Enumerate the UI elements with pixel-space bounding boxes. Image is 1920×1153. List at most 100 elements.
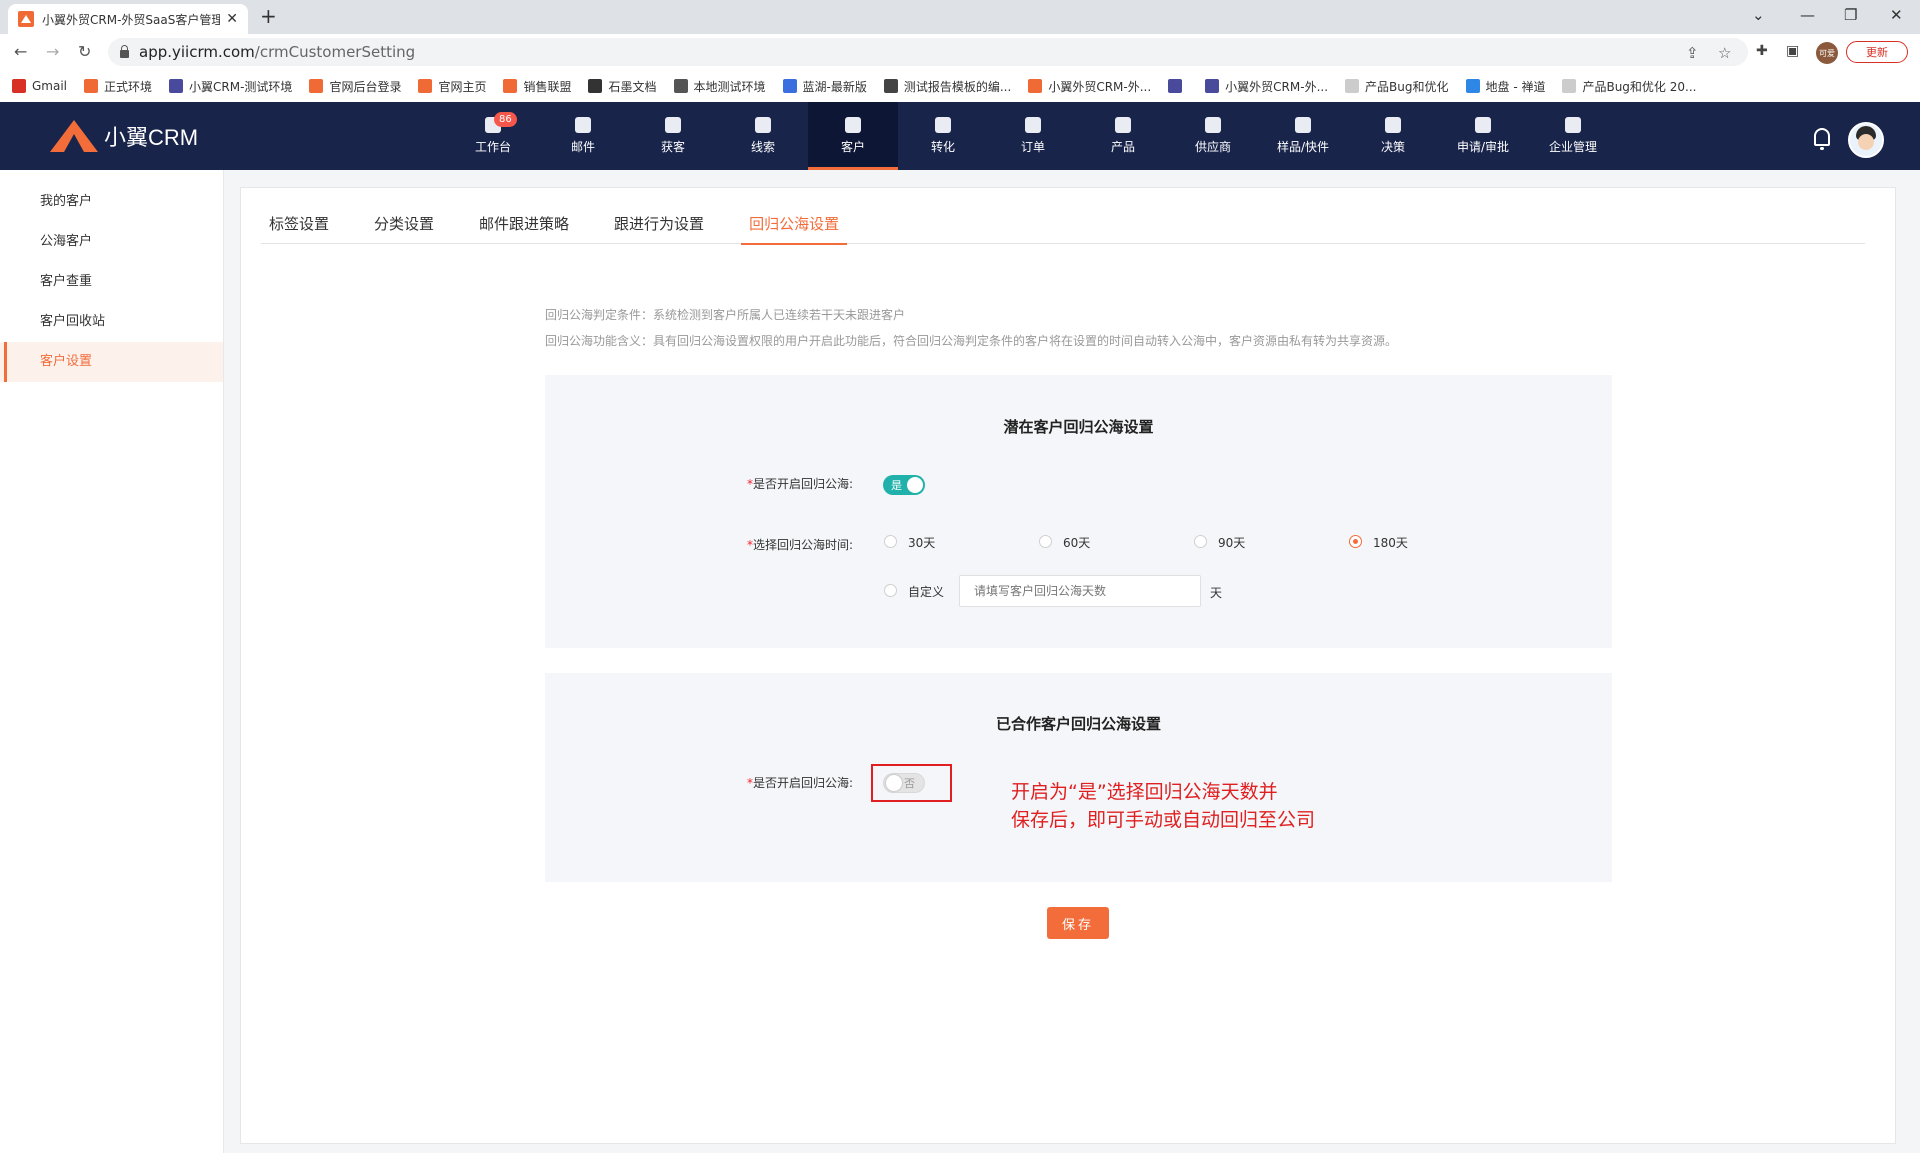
bookmark-label: 正式环境 xyxy=(104,79,153,94)
custom-days-input[interactable] xyxy=(959,575,1201,607)
nav-icon xyxy=(575,117,591,133)
bookmark-item[interactable]: 小翼外贸CRM-外... xyxy=(1028,78,1151,95)
bookmark-item[interactable]: 地盘 - 禅道 xyxy=(1465,78,1545,95)
sidebar-item-0[interactable]: 我的客户 xyxy=(0,182,223,222)
bookmark-item[interactable]: 石墨文档 xyxy=(588,78,657,95)
radio-180[interactable] xyxy=(1349,535,1362,548)
forward-icon[interactable]: → xyxy=(46,42,59,61)
bookmark-label: 产品Bug和优化 xyxy=(1365,79,1449,94)
nav-icon xyxy=(935,117,951,133)
radio-90[interactable] xyxy=(1194,535,1207,548)
browser-toolbar: ← → ↻ app.yiicrm.com/crmCustomerSetting … xyxy=(0,34,1920,70)
bookmark-item[interactable]: 蓝湖-最新版 xyxy=(782,78,867,95)
chevron-down-icon[interactable]: ⌄ xyxy=(1752,6,1765,24)
nav-item-10[interactable]: 决策 xyxy=(1348,102,1438,170)
tab-4[interactable]: 回归公海设置 xyxy=(741,210,848,245)
minimize-icon[interactable]: — xyxy=(1800,6,1815,24)
tab-0[interactable]: 标签设置 xyxy=(261,210,337,244)
potential-customer-panel: 潜在客户回归公海设置 *是否开启回归公海: 是 *选择回归公海时间: 30天 6… xyxy=(545,375,1612,648)
radio-30[interactable] xyxy=(884,535,897,548)
save-button[interactable]: 保存 xyxy=(1047,907,1109,939)
nav-item-4[interactable]: 客户 xyxy=(808,102,898,170)
radio-60[interactable] xyxy=(1039,535,1052,548)
star-icon[interactable]: ☆ xyxy=(1718,44,1731,62)
bookmark-icon xyxy=(12,79,26,93)
potential-enable-switch[interactable]: 是 xyxy=(883,475,925,495)
bookmark-item[interactable]: 产品Bug和优化 xyxy=(1345,78,1449,95)
nav-label: 转化 xyxy=(930,140,955,154)
option-30-label: 30天 xyxy=(908,536,936,550)
share-icon[interactable]: ⇪ xyxy=(1686,44,1699,62)
avatar[interactable] xyxy=(1848,122,1884,158)
bookmark-icon xyxy=(503,79,518,93)
restore-icon[interactable]: ❐ xyxy=(1844,6,1857,24)
new-tab-icon[interactable]: + xyxy=(260,4,277,28)
bookmark-item[interactable]: 本地测试环境 xyxy=(673,78,766,95)
tab-1[interactable]: 分类设置 xyxy=(366,210,442,244)
extensions-icon[interactable]: ✚ xyxy=(1756,43,1768,59)
nav-item-8[interactable]: 供应商 xyxy=(1168,102,1258,170)
nav-item-7[interactable]: 产品 xyxy=(1078,102,1168,170)
radio-custom[interactable] xyxy=(884,584,897,597)
bookmark-label: 官网后台登录 xyxy=(329,79,402,94)
bookmark-icon xyxy=(309,79,324,93)
bookmark-item[interactable] xyxy=(1168,79,1188,93)
tab-3[interactable]: 跟进行为设置 xyxy=(606,210,712,244)
bookmark-item[interactable]: 官网后台登录 xyxy=(309,78,401,95)
settings-tabs: 标签设置 分类设置 邮件跟进策略 跟进行为设置 回归公海设置 xyxy=(261,210,1865,245)
close-icon[interactable]: ✕ xyxy=(226,11,238,27)
bookmark-item[interactable]: 正式环境 xyxy=(84,78,152,95)
nav-label: 订单 xyxy=(1020,140,1045,154)
option-90-label: 90天 xyxy=(1218,536,1246,550)
sidepanel-icon[interactable]: ▣ xyxy=(1786,43,1799,59)
app-logo[interactable]: 小翼CRM xyxy=(50,120,198,152)
nav-item-3[interactable]: 线索 xyxy=(718,102,808,170)
nav-item-6[interactable]: 订单 xyxy=(988,102,1078,170)
back-icon[interactable]: ← xyxy=(14,42,27,61)
browser-tab[interactable]: 小翼外贸CRM-外贸SaaS客户管理 ✕ xyxy=(8,4,248,34)
bookmark-item[interactable]: 小翼外贸CRM-外... xyxy=(1205,78,1328,95)
bookmark-label: 石墨文档 xyxy=(608,79,657,94)
function-description: 回归公海功能含义：具有回归公海设置权限的用户开启此功能后，符合回归公海判定条件的… xyxy=(545,334,1398,348)
sidebar-item-3[interactable]: 客户回收站 xyxy=(0,302,223,342)
bookmark-item[interactable]: Gmail xyxy=(12,79,67,93)
bookmark-item[interactable]: 小翼CRM-测试环境 xyxy=(169,78,292,95)
tab-2[interactable]: 邮件跟进策略 xyxy=(471,210,577,244)
bookmark-icon xyxy=(1168,79,1183,93)
nav-item-1[interactable]: 邮件 xyxy=(538,102,628,170)
nav-icon xyxy=(1295,117,1311,133)
lock-icon xyxy=(120,45,129,58)
bookmark-item[interactable]: 销售联盟 xyxy=(503,78,571,95)
nav-icon xyxy=(1385,117,1401,133)
bookmark-icon xyxy=(169,79,184,93)
sidebar-item-1[interactable]: 公海客户 xyxy=(0,222,223,262)
bookmark-item[interactable]: 官网主页 xyxy=(418,78,486,95)
annotation-highlight xyxy=(871,764,952,802)
bookmark-item[interactable]: 产品Bug和优化 20... xyxy=(1562,78,1696,95)
reload-icon[interactable]: ↻ xyxy=(78,42,91,61)
bookmarks-bar: Gmail 正式环境 小翼CRM-测试环境 官网后台登录 官网主页 销售联盟 石墨文档 本地测… xyxy=(0,70,1920,102)
nav-item-12[interactable]: 企业管理 xyxy=(1528,102,1618,170)
nav-item-5[interactable]: 转化 xyxy=(898,102,988,170)
bookmark-item[interactable]: 测试报告模板的编... xyxy=(883,78,1011,95)
bookmark-icon xyxy=(782,79,797,93)
nav-label: 获客 xyxy=(660,140,685,154)
profile-avatar[interactable]: 可爱 xyxy=(1816,42,1838,64)
sidebar-item-4[interactable]: 客户设置 xyxy=(0,342,223,382)
close-window-icon[interactable]: ✕ xyxy=(1890,6,1903,24)
nav-item-2[interactable]: 获客 xyxy=(628,102,718,170)
bookmark-label: 小翼CRM-测试环境 xyxy=(189,79,293,94)
sidebar-item-2[interactable]: 客户查重 xyxy=(0,262,223,302)
bookmark-icon xyxy=(588,79,603,93)
url-text: app.yiicrm.com/crmCustomerSetting xyxy=(139,43,416,61)
tab-title: 小翼外贸CRM-外贸SaaS客户管理 xyxy=(42,12,221,27)
address-bar[interactable]: app.yiicrm.com/crmCustomerSetting ⇪ ☆ xyxy=(108,38,1748,66)
nav-label: 申请/审批 xyxy=(1456,140,1510,154)
nav-item-11[interactable]: 申请/审批 xyxy=(1438,102,1528,170)
nav-item-9[interactable]: 样品/快件 xyxy=(1258,102,1348,170)
nav-icon xyxy=(755,117,771,133)
update-button[interactable]: 更新 xyxy=(1846,41,1908,63)
nav-label: 样品/快件 xyxy=(1276,140,1330,154)
bell-icon[interactable] xyxy=(1814,128,1830,150)
nav-item-0[interactable]: 工作台 86 xyxy=(448,102,538,170)
